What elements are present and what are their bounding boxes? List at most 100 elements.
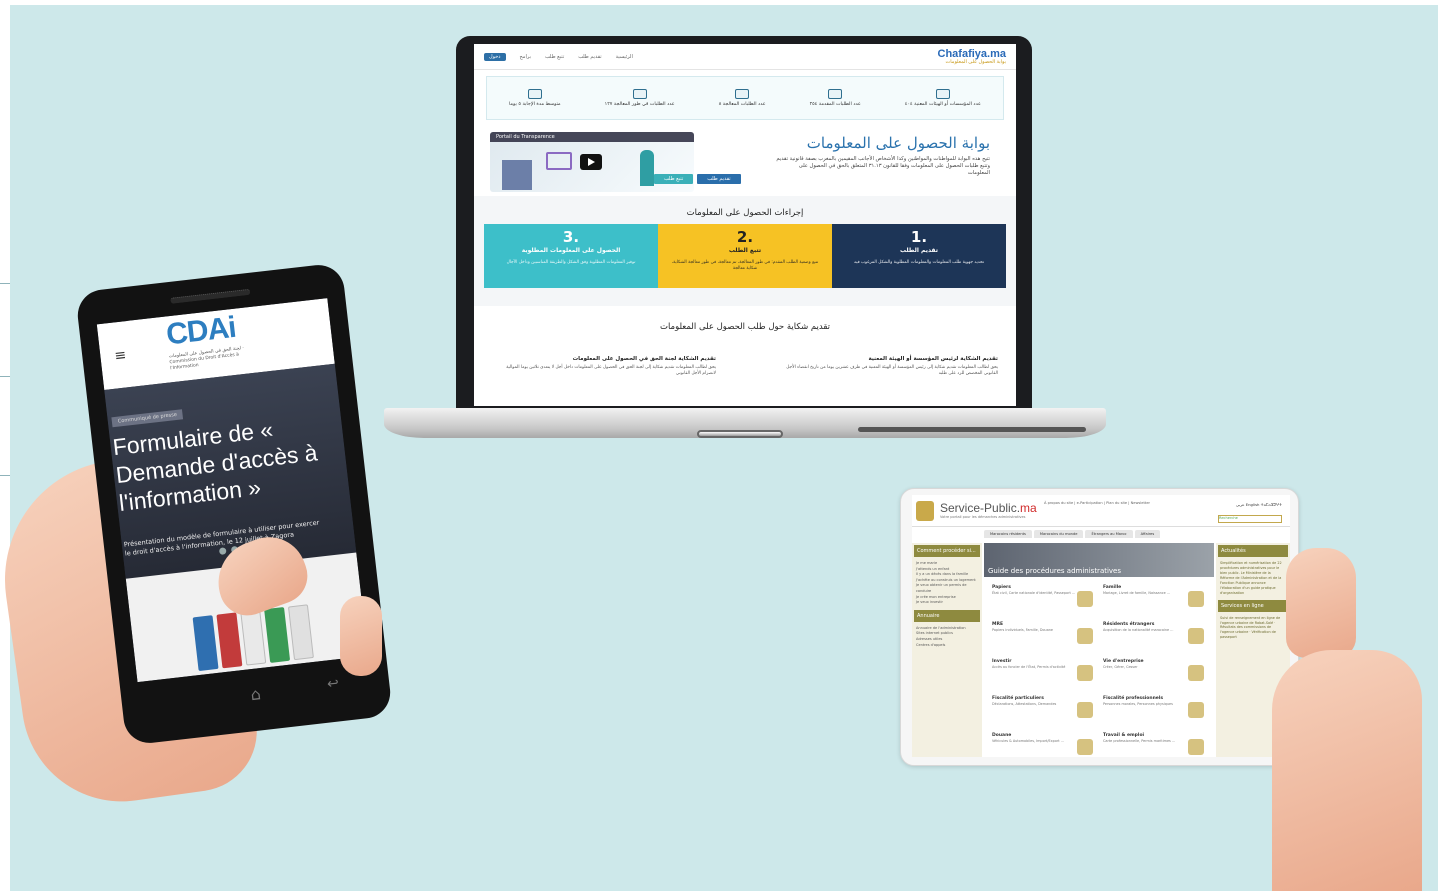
laptop-notch [697,430,783,438]
binder [192,615,219,672]
track-request-button[interactable]: تتبع طلب [654,174,694,184]
category-icon [1077,591,1093,607]
stopwatch-icon [527,89,542,99]
stat-item: عدد الطلبات المعالجة ٨ [719,89,766,107]
step-desc: تتبع وضعية الطلب المقدم: في طور المعالجة… [671,260,819,271]
stat-label: عدد المؤسسات أو الهيئات المعنية ٤٠٤ [904,102,981,107]
back-icon[interactable]: ↩ [320,675,346,696]
step-title: الحصول على المعلومات المطلوبة [521,247,621,254]
logo-subtitle: بوابة الحصول على المعلومات [945,58,1006,65]
stat-label: متوسط مدة الإجابة ٥ يوما [509,102,561,107]
nav-item-programs[interactable]: برامج [520,54,531,60]
news-text[interactable]: Simplification et numérisation de 22 pro… [1216,559,1290,598]
category-card[interactable]: Papiers État civil, Carte nationale d'ide… [992,585,1095,619]
logo-text: Service-Public. [940,501,1021,515]
tab-residents[interactable]: Marocains résidents [984,530,1032,538]
complaint-col-commission: تقديم الشكاية لجنة الحق في الحصول على ال… [492,356,716,377]
category-card[interactable]: Travail & emploi Carte professionnelle, P… [1103,733,1206,757]
divider [0,376,10,377]
list-item[interactable]: Je veux obtenir un permis de conduire [916,583,978,594]
list-item[interactable]: Je veux investir [916,600,978,606]
play-icon[interactable] [580,154,602,170]
step-1: .1 تقديم الطلب تحديد جهوية طلب المعلومات… [832,224,1006,288]
category-icon [1188,628,1204,644]
carousel-dot[interactable] [218,547,227,555]
clock-icon [632,89,647,99]
article-title[interactable]: Formulaire de « Demande d'accès à l'info… [111,408,347,517]
login-button[interactable]: دخول [484,52,506,61]
home-icon[interactable]: ⌂ [241,683,271,704]
hamburger-icon[interactable]: ≡ [114,347,127,364]
laptop-header: دخول برامج تتبع طلب تقديم طلب الرئيسية C… [474,44,1016,70]
online-services-text[interactable]: Suivi de renseignement en ligne de l'age… [1216,614,1290,643]
laptop-nav: دخول برامج تتبع طلب تقديم طلب الرئيسية [484,52,633,61]
category-card[interactable]: Famille Mariage, Livret de famille, Naiss… [1103,585,1206,619]
submit-request-button[interactable]: تقديم طلب [697,174,741,184]
step-3: .3 الحصول على المعلومات المطلوبة توفير ا… [484,224,658,288]
building-icon [935,89,950,99]
tablet-tabs: Marocains résidents Marocains du monde É… [984,530,1161,538]
binder [216,612,243,669]
video-caption: Portail du Transparence [490,132,694,142]
category-card[interactable]: Vie d'entreprise Créer, Gérer, Cesser [1103,659,1206,693]
category-name: Douane [992,733,1012,738]
category-name: MRE [992,622,1004,627]
complaint-col-desc: يحق لطالب المعلومات تقديم شكاية إلى رئيس… [786,365,998,377]
procedures-section: إجراءات الحصول على المعلومات .3 الحصول ع… [474,196,1016,306]
category-card[interactable]: Douane Véhicules & Automobiles, Import/Ex… [992,733,1095,757]
left-sidebar: Comment procéder si... Je me marie J'att… [912,543,982,757]
step-number: .2 [736,228,754,246]
annuaire-title: Annuaire [914,609,980,622]
category-card[interactable]: Fiscalité professionnels Personnes morale… [1103,696,1206,730]
language-switch[interactable]: عربي English ⵜⴰⵎⴰⵣⵉⵖⵜ [1236,502,1282,507]
nav-item-track[interactable]: تتبع طلب [545,54,564,60]
category-card[interactable]: MRE Papiers individuels, Famille, Douane [992,622,1095,656]
stat-item: عدد الطلبات في طور المعالجة ١٢٧ [605,89,675,107]
how-to-list: Je me marie J'attends un enfant Il y a u… [912,559,982,608]
complaint-col-desc: يحق لطالب المعلومات تقديم شكاية إلى لجنة… [506,365,716,377]
nav-item-submit[interactable]: تقديم طلب [578,54,601,60]
divider [0,475,10,476]
category-name: Investir [992,659,1012,664]
step-title: تتبع الطلب [728,247,762,254]
building-illustration [502,160,532,190]
category-icon [1077,665,1093,681]
hero-description: تتيح هذه البوابة للمواطنات والمواطنين وك… [776,156,990,177]
step-desc: تحديد جهوية طلب المعلومات والمعلومات الم… [853,260,985,265]
phone-body: ≡ CDAi لجنة الحق في الحصول على المعلومات… [75,262,393,746]
category-card[interactable]: Fiscalité particuliers Déclarations, Atte… [992,696,1095,730]
binder [264,607,291,663]
phone-hero: Communiqué de presse Formulaire de « Dem… [104,363,357,579]
tab-business[interactable]: Affaires [1134,530,1161,538]
nav-item-home[interactable]: الرئيسية [616,54,633,60]
tab-foreigners[interactable]: Étrangers au Maroc [1085,530,1133,538]
logo-subtitle: Votre portail pour les démarches adminis… [940,515,1026,519]
search-input[interactable]: Recherche [1218,515,1282,523]
stat-label: عدد الطلبات المعالجة ٨ [718,102,766,107]
press-tag[interactable]: Communiqué de presse [111,409,184,428]
envelope-open-icon [735,89,750,99]
service-public-logo[interactable]: Service-Public.ma [940,501,1037,515]
complaint-col-head: تقديم الشكاية لرئيس المؤسسة أو الهيئة ال… [774,356,998,377]
tab-mre[interactable]: Marocains du monde [1033,530,1084,538]
coat-of-arms-icon [916,501,934,521]
laptop-screen: دخول برامج تتبع طلب تقديم طلب الرئيسية C… [474,44,1016,406]
stat-label: عدد الطلبات المقدمة ٢٥٤ [809,102,861,107]
category-name: Fiscalité particuliers [992,696,1044,701]
stat-label: عدد الطلبات في طور المعالجة ١٢٧ [604,102,675,107]
top-links[interactable]: À propos du site | e-Participation | Pla… [1044,501,1150,505]
cdai-logo[interactable]: CDAi [165,311,238,353]
category-icon [1077,739,1093,755]
complaint-col-title: تقديم الشكاية لرئيس المؤسسة أو الهيئة ال… [868,356,998,362]
list-item[interactable]: Centres d'appels [916,643,978,649]
category-card[interactable]: Résidents étrangers Acquisition de la nat… [1103,622,1206,656]
right-hand [1272,650,1422,891]
category-grid: Papiers État civil, Carte nationale d'ide… [992,585,1206,757]
person-illustration [640,150,654,186]
category-card[interactable]: Investir Accès au foncier de l'État, Perm… [992,659,1095,693]
stat-item: عدد الطلبات المقدمة ٢٥٤ [810,89,861,107]
online-services-title: Services en ligne [1218,599,1288,612]
chafafiya-logo[interactable]: Chafafiya.ma بوابة الحصول على المعلومات [938,48,1006,65]
complaint-col-title: تقديم الشكاية لجنة الحق في الحصول على ال… [572,356,716,362]
step-number: .3 [562,228,580,246]
